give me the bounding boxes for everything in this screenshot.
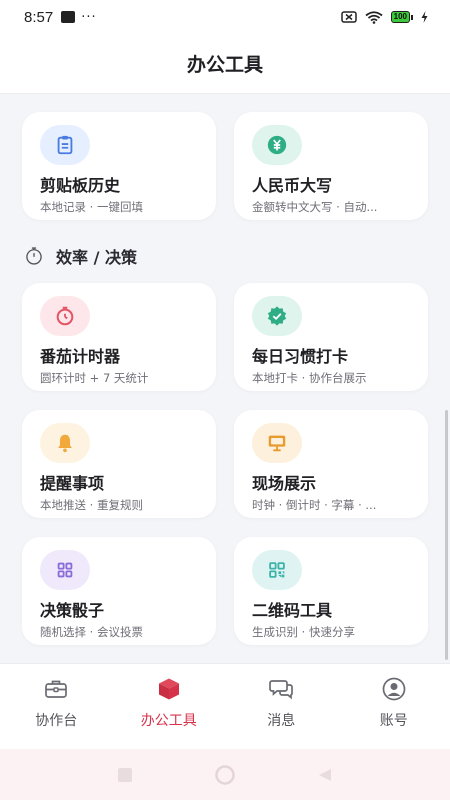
card-subtitle: 生成识别 · 快速分享 <box>252 625 355 639</box>
card-rmb-uppercase[interactable]: 人民币大写 金额转中文大写 · 自动... <box>234 112 428 220</box>
back-icon[interactable] <box>316 766 334 784</box>
card-title: 决策骰子 <box>40 601 105 620</box>
tab-label: 消息 <box>267 713 296 729</box>
card-title: 现场展示 <box>252 474 317 493</box>
card-subtitle: 时钟 · 倒计时 · 字幕 · ... <box>252 498 377 512</box>
chat-icon <box>269 680 294 700</box>
card-subtitle: 本地打卡 · 协作台展示 <box>252 371 367 385</box>
tab-label: 办公工具 <box>140 713 197 729</box>
stopwatch-icon <box>26 247 42 265</box>
card-title: 番茄计时器 <box>40 347 121 366</box>
sim-off-icon <box>340 11 357 23</box>
clipboard-icon <box>40 125 90 165</box>
wifi-icon <box>365 10 383 24</box>
card-subtitle: 本地记录 · 一键回填 <box>40 200 143 214</box>
user-icon <box>382 677 406 701</box>
card-title: 二维码工具 <box>252 601 333 620</box>
tab-workspace[interactable]: 协作台 <box>0 664 113 749</box>
more-notifications-icon: ··· <box>81 9 97 25</box>
page-header: 办公工具 <box>0 34 450 94</box>
bottom-tab-bar: 协作台 办公工具 消息 账号 <box>0 663 450 749</box>
card-pomodoro-timer[interactable]: 番茄计时器 圆环计时 + 7 天统计 <box>22 283 216 391</box>
system-nav-bar <box>0 749 450 800</box>
card-reminders[interactable]: 提醒事项 本地推送 · 重复规则 <box>22 410 216 518</box>
cube-icon <box>158 678 179 700</box>
battery-icon: 100 <box>390 11 413 23</box>
tab-account[interactable]: 账号 <box>338 664 450 749</box>
card-clipboard-history[interactable]: 剪贴板历史 本地记录 · 一键回填 <box>22 112 216 220</box>
card-title: 提醒事项 <box>40 474 105 493</box>
tab-messages[interactable]: 消息 <box>225 664 338 749</box>
battery-level: 100 <box>390 11 410 23</box>
qrcode-icon <box>252 550 302 590</box>
scrollbar[interactable] <box>445 410 448 660</box>
card-subtitle: 本地推送 · 重复规则 <box>40 498 143 512</box>
monitor-icon <box>252 423 302 463</box>
tools-content[interactable]: 剪贴板历史 本地记录 · 一键回填 人民币大写 金额转中文大写 · 自动... … <box>0 95 450 663</box>
status-bar: 8:57 ··· 100 <box>0 0 450 34</box>
yuan-icon <box>252 125 302 165</box>
card-habit-checkin[interactable]: 每日习惯打卡 本地打卡 · 协作台展示 <box>234 283 428 391</box>
section-title: 效率 / 决策 <box>56 248 137 267</box>
page-title: 办公工具 <box>186 54 263 76</box>
card-decision-dice[interactable]: 决策骰子 随机选择 · 会议投票 <box>22 537 216 645</box>
card-live-display[interactable]: 现场展示 时钟 · 倒计时 · 字幕 · ... <box>234 410 428 518</box>
status-time: 8:57 <box>24 8 54 26</box>
bell-icon <box>40 423 90 463</box>
card-subtitle: 金额转中文大写 · 自动... <box>252 200 378 214</box>
recents-icon[interactable] <box>116 766 134 784</box>
grid-icon <box>40 550 90 590</box>
tab-office-tools[interactable]: 办公工具 <box>113 664 226 749</box>
card-title: 人民币大写 <box>252 176 333 195</box>
card-subtitle: 圆环计时 + 7 天统计 <box>40 371 149 385</box>
notification-icon <box>61 11 76 23</box>
section-header-efficiency: 效率 / 决策 <box>24 244 137 268</box>
tab-label: 协作台 <box>35 713 78 729</box>
home-icon[interactable] <box>214 764 236 786</box>
timer-icon <box>40 296 90 336</box>
card-subtitle: 随机选择 · 会议投票 <box>40 625 143 639</box>
badge-check-icon <box>252 296 302 336</box>
tab-label: 账号 <box>379 713 408 729</box>
card-qrcode-tool[interactable]: 二维码工具 生成识别 · 快速分享 <box>234 537 428 645</box>
card-title: 每日习惯打卡 <box>252 347 349 366</box>
briefcase-icon <box>45 680 68 698</box>
card-title: 剪贴板历史 <box>40 176 121 195</box>
charging-icon <box>421 11 428 23</box>
